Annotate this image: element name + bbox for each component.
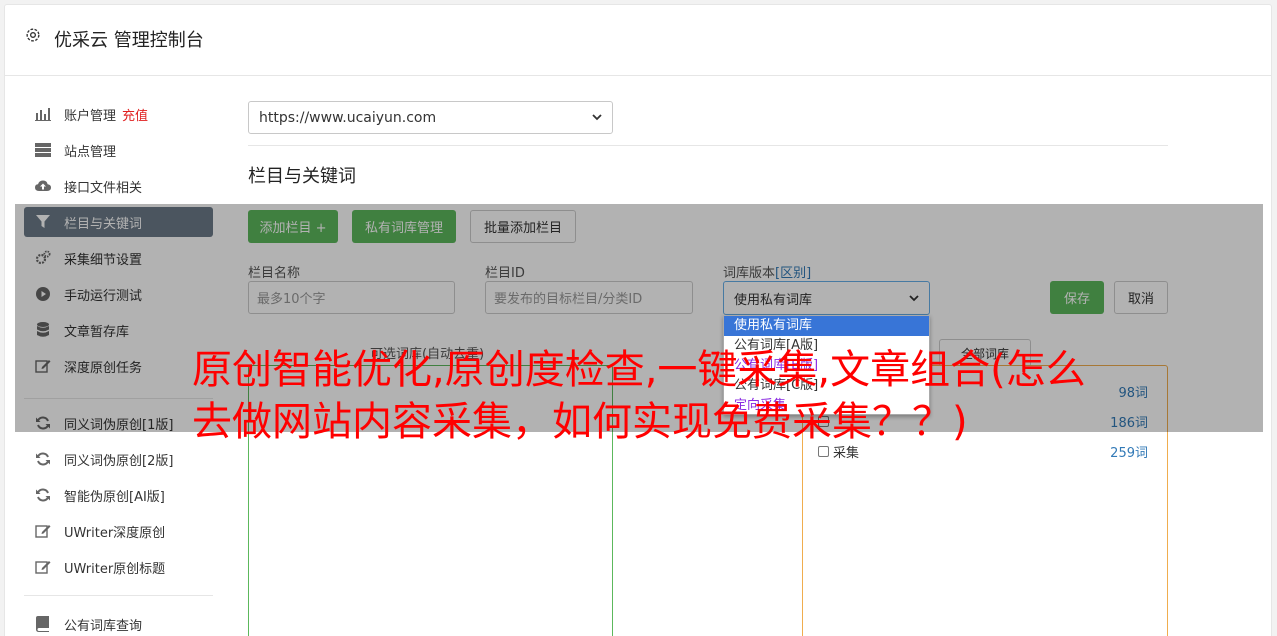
sidebar-item-uwriter-title[interactable]: UWriter原创标题 — [24, 552, 213, 582]
book-icon — [35, 616, 51, 632]
bar-chart-icon — [35, 106, 51, 122]
sidebar-item-label: 接口文件相关 — [64, 180, 143, 196]
chevron-down-icon — [592, 114, 602, 121]
edit-icon — [35, 523, 51, 539]
sidebar-item-interface[interactable]: 接口文件相关 — [24, 171, 213, 201]
sidebar-item-label: UWriter深度原创 — [64, 525, 166, 541]
app-title: 优采云 管理控制台 — [54, 30, 204, 51]
server-icon — [35, 142, 51, 158]
sidebar-item-ai-rewrite[interactable]: 智能伪原创[AI版] — [24, 480, 213, 510]
keyword-count: 259词 — [1110, 445, 1148, 461]
top-bar: 优采云 管理控制台 — [4, 4, 1272, 76]
gear-icon — [26, 28, 40, 42]
sidebar-item-label: 站点管理 — [64, 144, 117, 160]
section-title: 栏目与关键词 — [248, 166, 356, 187]
sidebar-item-sites[interactable]: 站点管理 — [24, 135, 213, 165]
site-select[interactable]: https://www.ucaiyun.com — [248, 101, 613, 134]
sidebar-item-public-lib[interactable]: 公有词库查询 — [24, 609, 213, 636]
cloud-upload-icon — [35, 178, 51, 194]
sidebar-item-synonym-v2[interactable]: 同义词伪原创[2版] — [24, 444, 213, 474]
sidebar-item-label: 同义词伪原创[2版] — [64, 453, 174, 469]
sidebar-item-label: 公有词库查询 — [64, 618, 143, 634]
headline-overlay-text: 原创智能优化,原创度检查,一键采集,文章组合(怎么去做网站内容采集，如何实现免费… — [192, 347, 1086, 445]
refresh-icon — [35, 451, 51, 467]
sidebar-item-label: UWriter原创标题 — [64, 561, 166, 577]
sidebar-item-label: 账户管理 — [64, 108, 117, 124]
recharge-link[interactable]: 充值 — [122, 105, 148, 124]
divider — [248, 145, 1168, 146]
sidebar-item-uwriter-deep[interactable]: UWriter深度原创 — [24, 516, 213, 546]
dropdown-option[interactable]: 使用私有词库 — [724, 316, 929, 336]
edit-icon — [35, 559, 51, 575]
sidebar-divider — [24, 595, 213, 596]
sidebar-item-account[interactable]: 账户管理 充值 — [24, 99, 213, 129]
site-select-value: https://www.ucaiyun.com — [259, 109, 437, 126]
sidebar-item-label: 智能伪原创[AI版] — [64, 489, 165, 505]
refresh-icon — [35, 487, 51, 503]
